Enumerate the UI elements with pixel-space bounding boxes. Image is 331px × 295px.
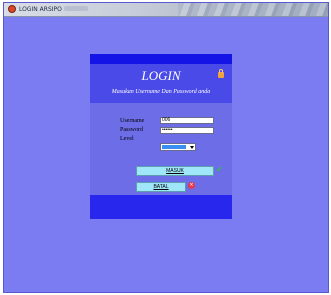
password-label: Password: [120, 127, 144, 133]
cancel-icon: ×: [188, 182, 195, 189]
window-title: LOGIN ARSIPO: [19, 6, 62, 13]
level-label: Level: [120, 136, 134, 142]
panel-top-strip: [90, 54, 232, 64]
check-icon: ✔: [216, 165, 223, 174]
title-decoration: [64, 6, 88, 11]
level-selected-value: [162, 145, 186, 149]
lock-icon: [218, 69, 224, 78]
page-title: LOGIN: [141, 68, 181, 83]
login-panel: LOGIN Masukan Username Dan Password anda…: [90, 54, 232, 219]
login-header: LOGIN Masukan Username Dan Password anda: [90, 64, 232, 103]
username-label: Username: [120, 118, 145, 124]
title-bar-decoration: [178, 3, 328, 16]
password-field[interactable]: ••••••: [160, 127, 214, 134]
login-window: LOGIN ARSIPO LOGIN Masukan Username Dan …: [3, 2, 329, 293]
username-field[interactable]: 006: [160, 117, 214, 124]
title-bar[interactable]: LOGIN ARSIPO: [4, 3, 328, 17]
submit-button[interactable]: MASUK: [136, 166, 214, 176]
app-icon: [8, 5, 16, 13]
cancel-button[interactable]: BATAL: [136, 182, 186, 192]
login-subtitle: Masukan Username Dan Password anda: [111, 89, 211, 95]
chevron-down-icon[interactable]: [190, 146, 194, 149]
level-select[interactable]: [160, 143, 196, 151]
